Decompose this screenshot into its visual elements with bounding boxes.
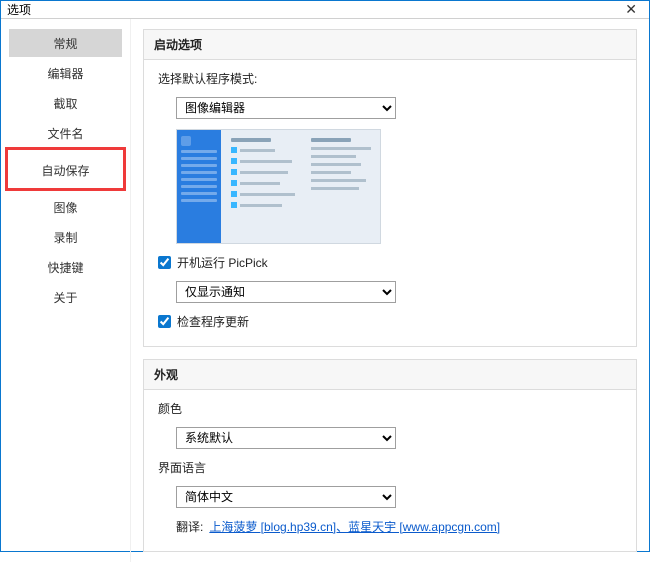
sidebar-item-record[interactable]: 录制	[9, 223, 122, 251]
main-area: 启动选项 选择默认程序模式: 图像编辑器	[131, 19, 649, 562]
color-select[interactable]: 系统默认	[158, 427, 622, 449]
close-button[interactable]: ✕	[619, 1, 643, 18]
dialog-body: 常规 编辑器 截取 文件名 自动保存 图像 录制 快捷键 关于 启动选项 选择默…	[1, 19, 649, 562]
sidebar-item-filename[interactable]: 文件名	[9, 119, 122, 147]
sidebar-item-image[interactable]: 图像	[9, 193, 122, 221]
translators-link[interactable]: 上海菠萝 [blog.hp39.cn]、蓝星天宇 [www.appcgn.com…	[209, 518, 500, 535]
startup-header: 启动选项	[144, 30, 636, 60]
translate-row: 翻译: 上海菠萝 [blog.hp39.cn]、蓝星天宇 [www.appcgn…	[158, 518, 622, 535]
notify-select[interactable]: 仅显示通知	[158, 281, 622, 303]
run-on-boot-check[interactable]: 开机运行 PicPick	[158, 254, 622, 271]
default-mode-select[interactable]: 图像编辑器	[158, 97, 622, 119]
color-label: 颜色	[158, 400, 622, 417]
sidebar-item-about[interactable]: 关于	[9, 283, 122, 311]
sidebar-item-capture[interactable]: 截取	[9, 89, 122, 117]
run-on-boot-checkbox[interactable]	[158, 256, 171, 269]
check-update-label: 检查程序更新	[177, 313, 249, 330]
sidebar: 常规 编辑器 截取 文件名 自动保存 图像 录制 快捷键 关于	[1, 19, 131, 562]
check-update-checkbox[interactable]	[158, 315, 171, 328]
highlight-box: 自动保存	[5, 147, 126, 191]
window-title: 选项	[7, 1, 31, 18]
translate-label: 翻译:	[176, 518, 203, 535]
check-update-check[interactable]: 检查程序更新	[158, 313, 622, 330]
lang-label: 界面语言	[158, 459, 622, 476]
sidebar-item-editor[interactable]: 编辑器	[9, 59, 122, 87]
titlebar: 选项 ✕	[1, 1, 649, 19]
sidebar-item-autosave[interactable]: 自动保存	[12, 156, 119, 184]
run-on-boot-label: 开机运行 PicPick	[177, 254, 268, 271]
default-mode-label: 选择默认程序模式:	[158, 70, 622, 87]
appearance-header: 外观	[144, 360, 636, 390]
lang-select[interactable]: 简体中文	[158, 486, 622, 508]
sidebar-item-general[interactable]: 常规	[9, 29, 122, 57]
sidebar-item-hotkeys[interactable]: 快捷键	[9, 253, 122, 281]
appearance-panel: 外观 颜色 系统默认 界面语言 简体中文 翻译: 上海菠萝 [blog.hp39…	[143, 359, 637, 552]
startup-panel: 启动选项 选择默认程序模式: 图像编辑器	[143, 29, 637, 347]
preview-image	[158, 129, 622, 244]
